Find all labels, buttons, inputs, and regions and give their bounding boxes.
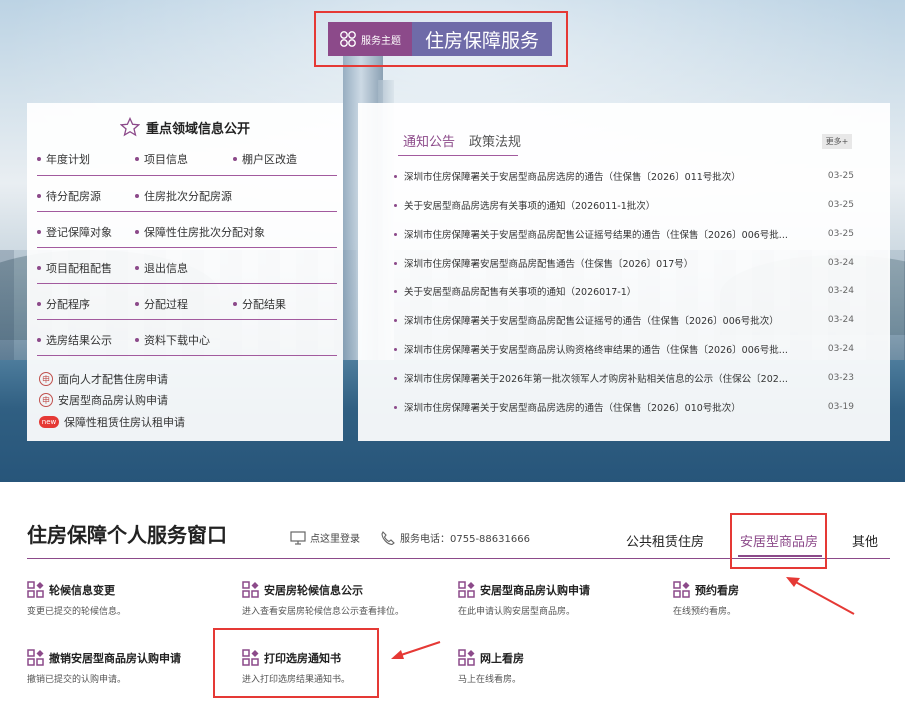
highlight-box-theme [314,11,568,67]
more-button[interactable]: 更多+ [822,134,852,149]
info-link-project-info[interactable]: 项目信息 [135,151,233,167]
info-row: 待分配房源 住房批次分配房源 [37,186,337,206]
service-icon [673,581,690,598]
info-link-pending-housing[interactable]: 待分配房源 [37,188,135,204]
info-link-allocation-process[interactable]: 分配过程 [135,296,233,312]
info-link-project-allocation[interactable]: 项目配租配售 [37,260,135,276]
info-row: 年度计划 项目信息 棚户区改造 [37,149,337,169]
service-icon [458,649,475,666]
news-item[interactable]: 深圳市住房保障署安居型商品房配售通告（住保售〔2026〕017号） 03-24 [394,255,854,271]
divider [37,355,337,356]
service-purchase-application[interactable]: 安居型商品房认购申请 在此申请认购安居型商品房。 [458,581,658,621]
key-info-title-text: 重点领域信息公开 [145,121,250,137]
info-row: 项目配租配售 退出信息 [37,258,337,278]
info-link-exit-info[interactable]: 退出信息 [135,260,188,276]
monitor-icon [290,530,306,545]
divider [37,211,337,212]
new-badge-icon: new [39,416,59,428]
phone-icon [381,530,395,545]
star-icon [119,117,140,137]
service-queue-info-change[interactable]: 轮候信息变更 变更已提交的轮候信息。 [27,581,227,621]
info-link-annual-plan[interactable]: 年度计划 [37,151,135,167]
highlight-box-tab [730,513,827,569]
info-link-allocation-procedure[interactable]: 分配程序 [37,296,135,312]
service-icon [27,581,44,598]
highlight-box-print-notice [213,628,379,698]
service-cancel-application[interactable]: 撤销安居型商品房认购申请 撤销已提交的认购申请。 [27,649,227,689]
stamp-icon: 申 [39,393,53,407]
info-link-batch-housing[interactable]: 住房批次分配房源 [135,188,232,204]
annotation-arrow-icon [391,641,441,659]
news-item[interactable]: 关于安居型商品房选房有关事项的通知（2026011-1批次） 03-25 [394,197,854,213]
news-panel: 通知公告 政策法规 更多+ 深圳市住房保障署关于安居型商品房选房的通告（住保售〔… [358,103,890,441]
key-info-title: 重点领域信息公开 [27,117,343,137]
login-link[interactable]: 点这里登录 [290,530,360,545]
info-link-allocation-result[interactable]: 分配结果 [233,296,286,312]
news-item[interactable]: 关于安居型商品房配售有关事项的通知（2026017-1） 03-24 [394,283,854,299]
divider [37,319,337,320]
divider [37,283,337,284]
info-row: 登记保障对象 保障性住房批次分配对象 [37,222,337,242]
service-phone: 服务电话：0755-88631666 [380,530,530,545]
news-item[interactable]: 深圳市住房保障署关于安居型商品房选房的通告（住保售〔2026〕010号批次） 03… [394,399,854,415]
info-link-selection-result[interactable]: 选房结果公示 [37,332,135,348]
news-item[interactable]: 深圳市住房保障署关于安居型商品房认购资格终审结果的通告（住保售〔2026〕006… [394,341,854,357]
divider [37,247,337,248]
news-item[interactable]: 深圳市住房保障署关于安居型商品房配售公证摇号的通告（住保售〔2026〕006号批… [394,312,854,328]
info-link-download-center[interactable]: 资料下载中心 [135,332,210,348]
service-queue-info-public[interactable]: 安居房轮候信息公示 进入查看安居房轮候信息公示查看排位。 [242,581,442,621]
annotation-arrow-icon [786,577,855,615]
key-info-panel: 重点领域信息公开 年度计划 项目信息 棚户区改造 待分配房源 住房批次分配房源 … [27,103,343,441]
tab-notices[interactable]: 通知公告 [403,131,455,150]
tab-underline [398,155,518,156]
news-item[interactable]: 深圳市住房保障署关于2026年第一批次领军人才购房补贴相关信息的公示（住保公〔2… [394,370,854,386]
service-window-title: 住房保障个人服务窗口 [27,523,227,547]
news-tabs: 通知公告 政策法规 [403,131,521,150]
divider [37,175,337,176]
tab-public-rental[interactable]: 公共租赁住房 [626,531,704,550]
stamp-icon: 申 [39,372,53,386]
tab-policies[interactable]: 政策法规 [469,131,521,150]
service-icon [27,649,44,666]
info-link-registered-targets[interactable]: 登记保障对象 [37,224,135,240]
news-item[interactable]: 深圳市住房保障署关于安居型商品房选房的通告（住保售〔2026〕011号批次） 03… [394,168,854,184]
info-row: 选房结果公示 资料下载中心 [37,330,337,350]
service-icon [242,581,259,598]
service-online-viewing[interactable]: 网上看房 马上在线看房。 [458,649,658,689]
service-icon [458,581,475,598]
info-row: 分配程序 分配过程 分配结果 [37,294,337,314]
tab-other[interactable]: 其他 [852,531,878,550]
info-link-shantytown[interactable]: 棚户区改造 [233,151,297,167]
news-item[interactable]: 深圳市住房保障署关于安居型商品房配售公证摇号结果的通告（住保售〔2026〕006… [394,226,854,242]
affordable-housing-application-link[interactable]: 申 安居型商品房认购申请 [39,391,168,409]
talent-housing-application-link[interactable]: 申 面向人才配售住房申请 [39,370,168,388]
info-link-batch-targets[interactable]: 保障性住房批次分配对象 [135,224,265,240]
rental-housing-application-link[interactable]: new 保障性租赁住房认租申请 [39,413,185,431]
